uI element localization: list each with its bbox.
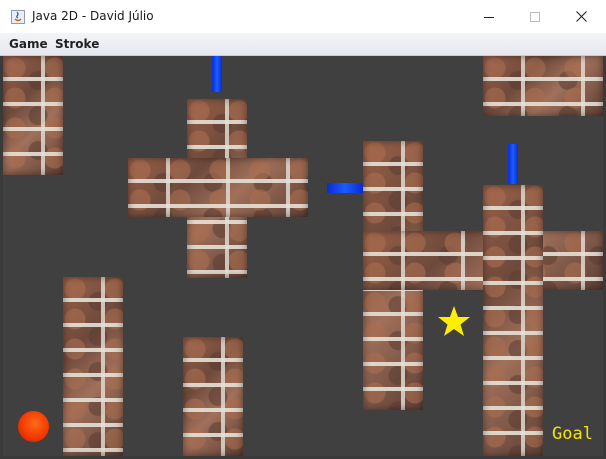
maximize-icon — [530, 11, 540, 22]
java-app-icon[interactable] — [11, 9, 25, 24]
brick-wall — [483, 185, 543, 456]
window-title: Java 2D - David Júlio — [32, 9, 154, 23]
star-icon — [438, 306, 470, 336]
brick-wall — [183, 337, 243, 456]
minimize-icon — [484, 16, 494, 18]
close-button[interactable] — [558, 0, 604, 33]
game-canvas[interactable]: Goal — [3, 56, 603, 456]
menu-game[interactable]: Game — [7, 36, 50, 52]
blue-block — [327, 183, 363, 193]
blue-block — [212, 56, 222, 92]
title-bar: Java 2D - David Júlio — [0, 0, 606, 33]
goal-label: Goal — [552, 424, 593, 444]
blue-block — [508, 144, 518, 184]
brick-wall — [483, 56, 603, 116]
close-icon — [575, 11, 587, 22]
player-ball[interactable] — [18, 411, 49, 442]
brick-wall — [128, 158, 308, 217]
minimize-button[interactable] — [466, 0, 512, 33]
menu-stroke[interactable]: Stroke — [53, 36, 101, 52]
menu-bar: Game Stroke — [0, 33, 606, 56]
maximize-button[interactable] — [512, 0, 558, 33]
brick-wall — [63, 277, 123, 456]
brick-wall — [3, 56, 63, 175]
